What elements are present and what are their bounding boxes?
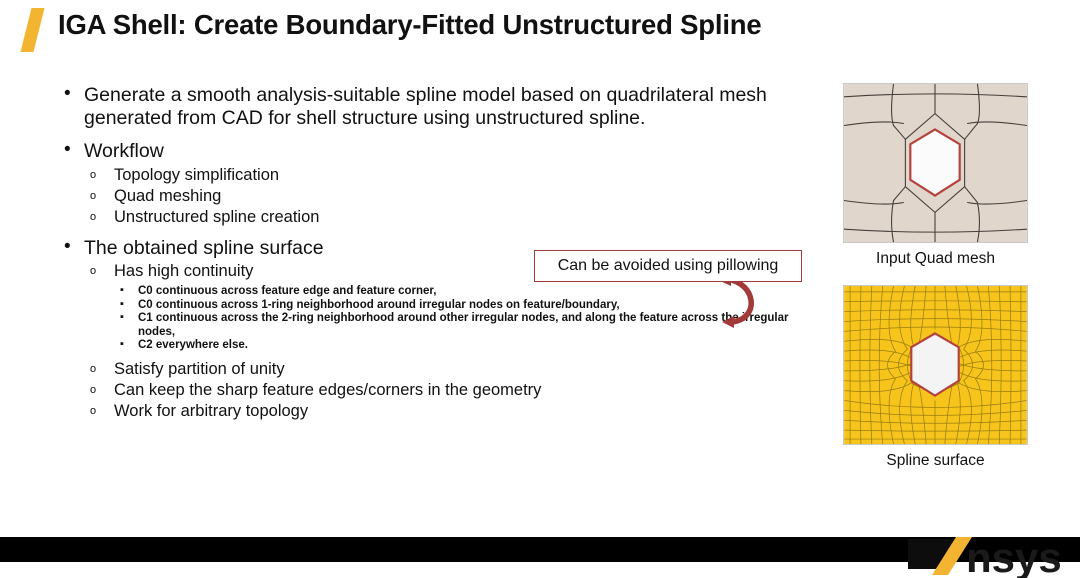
bullet-marker-icon: • (64, 235, 71, 257)
dash-marker-icon: ▪ (120, 284, 124, 296)
subbullet-text: Satisfy partition of unity (114, 359, 285, 378)
detail-text: C0 continuous across feature edge and fe… (138, 285, 437, 297)
dash-marker-icon: ▪ (120, 297, 124, 310)
bullet-text: The obtained spline surface (84, 236, 324, 259)
detail-text: C0 continuous across 1-ring neighborhood… (138, 298, 620, 311)
subbullet-text: Topology simplification (114, 165, 280, 184)
page-title: IGA Shell: Create Boundary-Fitted Unstru… (58, 9, 762, 40)
subbullet-text: Can keep the sharp feature edges/corners… (114, 380, 542, 399)
dash-marker-icon: ▪ (120, 338, 124, 351)
bullet-marker-icon: • (64, 139, 71, 160)
subbullet-text: Unstructured spline creation (114, 207, 320, 226)
bullet-workflow: • Workflow (62, 139, 807, 163)
subbullet-quad-meshing: o Quad meshing (62, 186, 807, 207)
circle-marker-icon: o (90, 168, 97, 181)
slide-title-bar: IGA Shell: Create Boundary-Fitted Unstru… (0, 0, 1080, 62)
figure-spline-surface: Spline surface (843, 285, 1028, 470)
ansys-logo-text: nsys (966, 534, 1062, 578)
figure-input-quad-mesh: Input Quad mesh (843, 83, 1028, 268)
callout-text: Can be avoided using pillowing (557, 257, 779, 274)
subbullet-text: Has high continuity (114, 262, 254, 280)
title-accent-slash-icon (20, 8, 45, 52)
bullet-text: Workflow (84, 140, 164, 162)
circle-marker-icon: o (90, 404, 97, 417)
subbullet-arbitrary-topology: o Work for arbitrary topology (62, 401, 807, 422)
subbullet-topology-simplification: o Topology simplification (62, 165, 807, 186)
figure-caption: Input Quad mesh (876, 250, 995, 267)
subbullet-partition-of-unity: o Satisfy partition of unity (62, 359, 807, 380)
figure-caption: Spline surface (886, 452, 985, 469)
detail-c2-everywhere: ▪ C2 everywhere else. (62, 338, 807, 353)
bullet-marker-icon: • (64, 83, 71, 104)
callout-box-pillowing: Can be avoided using pillowing (534, 250, 802, 282)
bullet-generate-spline: • Generate a smooth analysis-suitable sp… (62, 83, 807, 129)
subbullet-unstructured-spline-creation: o Unstructured spline creation (62, 207, 807, 228)
ansys-logo: nsys (908, 534, 1062, 578)
detail-text: C2 everywhere else. (138, 339, 248, 352)
circle-marker-icon: o (90, 383, 97, 396)
spline-surface-image (843, 285, 1028, 445)
input-quad-mesh-image (843, 83, 1028, 243)
dash-marker-icon: ▪ (120, 311, 124, 324)
circle-marker-icon: o (90, 210, 97, 223)
bullet-text: Generate a smooth analysis-suitable spli… (84, 84, 767, 129)
circle-marker-icon: o (90, 189, 97, 202)
subbullet-sharp-feature-edges: o Can keep the sharp feature edges/corne… (62, 380, 807, 401)
circle-marker-icon: o (90, 265, 97, 277)
circle-marker-icon: o (90, 362, 97, 375)
subbullet-text: Quad meshing (114, 186, 222, 205)
subbullet-text: Work for arbitrary topology (114, 401, 309, 420)
